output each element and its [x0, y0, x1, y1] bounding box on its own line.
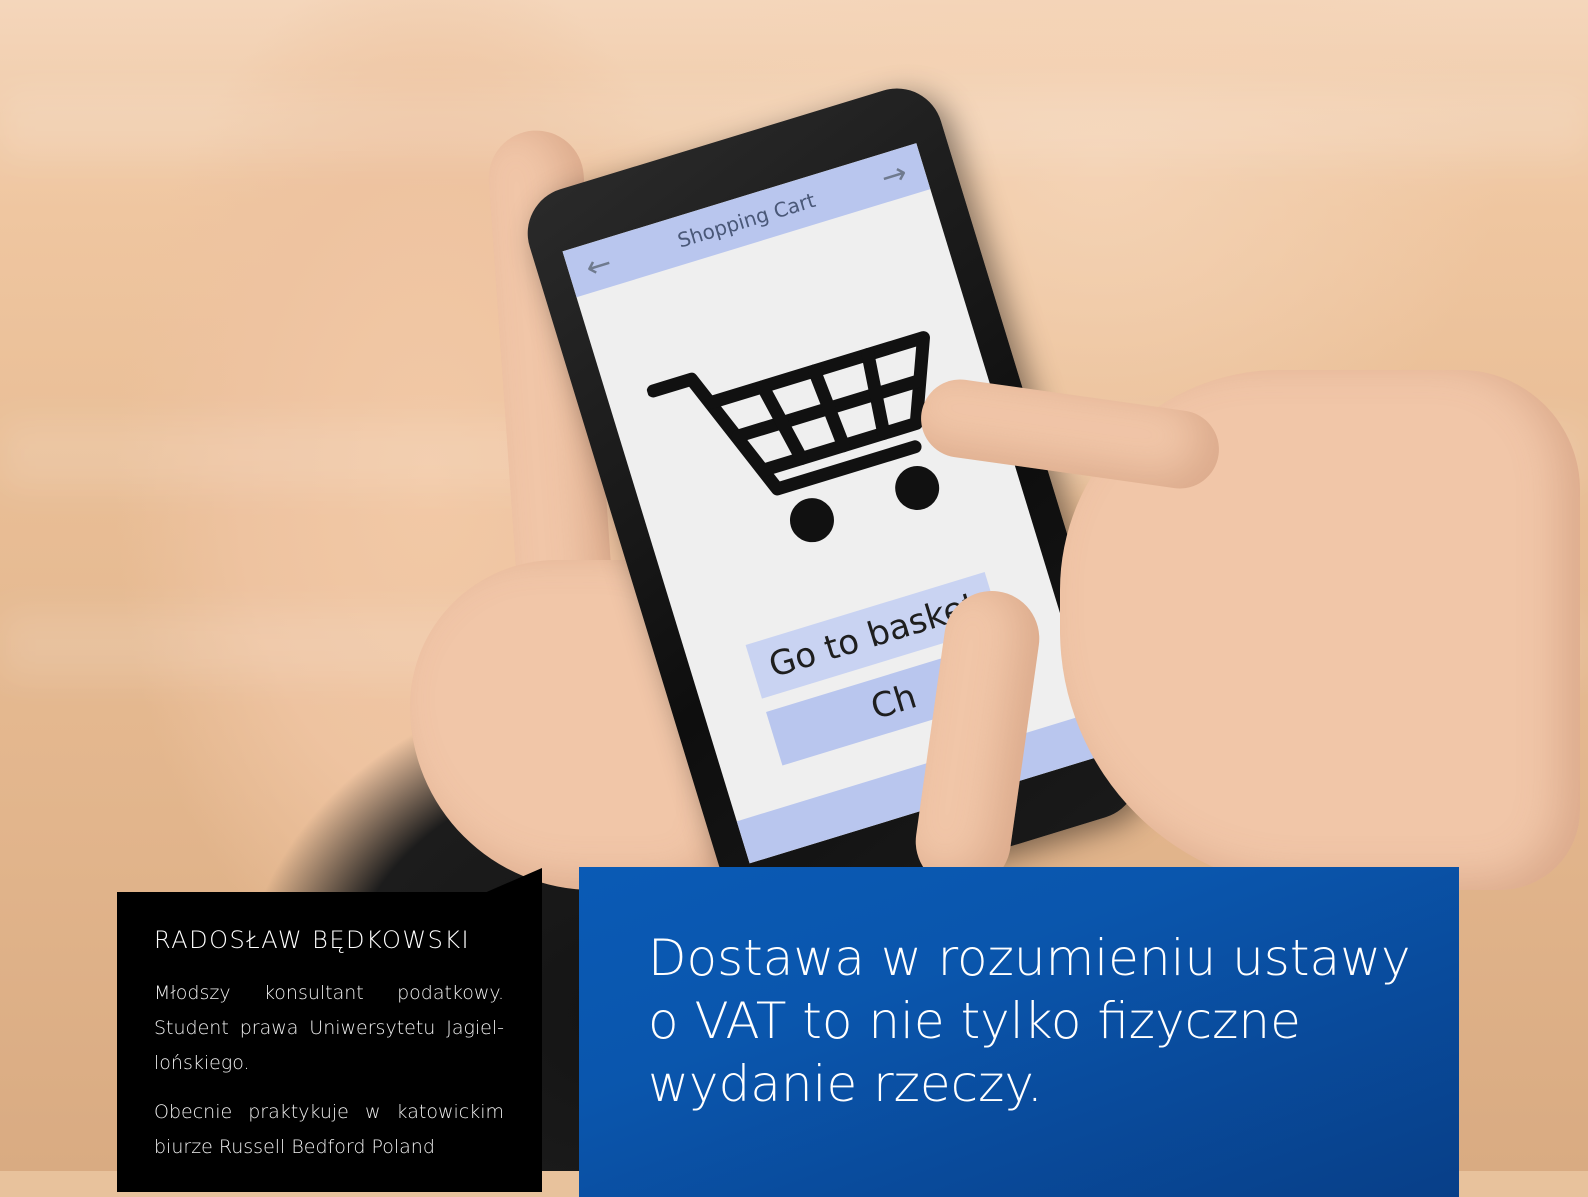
back-arrow-icon: ← — [581, 244, 616, 286]
screen-title: Shopping Cart — [674, 187, 819, 253]
pull-quote-line: wydanie rzeczy. — [648, 1055, 1043, 1113]
author-bio-card: RADOSŁAW BĘDKOWSKI Młodszy konsultant po… — [117, 892, 542, 1192]
pull-quote-text: Dostawa w rozumieniu ustawy o VAT to nie… — [648, 927, 1411, 1116]
author-bio-paragraph: Obecnie praktykuje w katowic­kim biurze … — [154, 1101, 504, 1158]
pull-quote-panel: Dostawa w rozumieniu ustawy o VAT to nie… — [579, 867, 1459, 1197]
pull-quote-line: o VAT to nie tylko fizyczne — [648, 992, 1301, 1050]
forward-arrow-icon: → — [876, 154, 912, 196]
screen-header: ← Shopping Cart → — [562, 143, 931, 298]
author-bio-paragraph: Młodszy konsultant podatkowy. Student pr… — [154, 982, 504, 1074]
pull-quote-line: Dostawa w rozumieniu ustawy — [648, 929, 1411, 987]
author-name: RADOSŁAW BĘDKOWSKI — [154, 926, 471, 954]
